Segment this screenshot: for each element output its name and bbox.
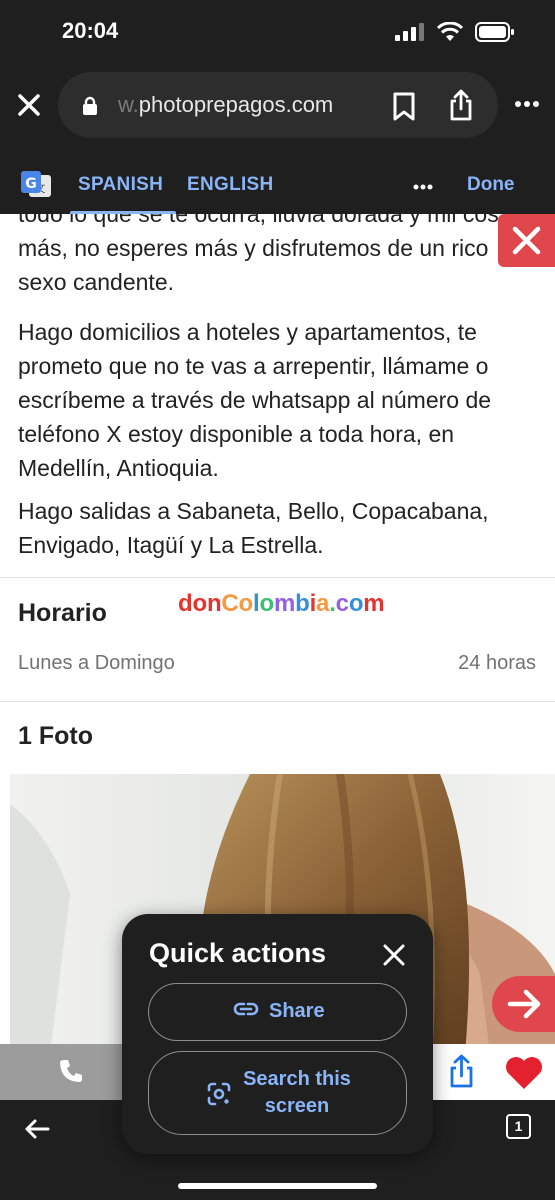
heart-icon [506,1057,542,1089]
close-tab-icon[interactable] [16,90,42,120]
status-icons [395,22,515,42]
translate-bar: 文 G SPANISH ENGLISH Done [0,156,555,214]
divider [0,701,555,702]
watermark-letter: c [335,590,349,617]
watermark-letter: b [295,590,310,617]
url-domain: photoprepagos.com [138,92,334,117]
arrow-right-icon [507,989,541,1019]
search-this-screen-button[interactable]: Search this screen [148,1051,407,1135]
tabs-button[interactable]: 1 [506,1114,531,1139]
status-time: 20:04 [62,18,119,43]
bookmark-icon[interactable] [392,92,416,122]
watermark: donColombia.com [178,590,385,618]
share-icon[interactable] [448,89,474,121]
description-paragraph: todo lo que se te ocurra, lluvia dorada … [18,214,523,295]
divider [0,577,555,578]
next-photo-button[interactable] [492,976,555,1032]
share-icon [450,1054,473,1088]
link-icon [233,1002,259,1016]
watermark-letter: m [273,590,296,617]
watermark-letter: d [178,590,193,617]
url-text[interactable]: w.photoprepagos.com [118,92,333,118]
done-button[interactable]: Done [467,174,515,196]
description-paragraph: Hago salidas a Sabaneta, Bello, Copacaba… [18,498,489,558]
photos-title: 1 Foto [18,722,93,750]
close-icon[interactable] [383,944,405,966]
lock-icon [83,96,97,115]
tab-english[interactable]: ENGLISH [187,174,274,196]
close-ad-button[interactable] [498,214,555,267]
watermark-letter: o [259,590,274,617]
schedule-days: Lunes a Domingo [18,652,175,674]
browser-toolbar: w.photoprepagos.com [0,66,555,156]
address-bar[interactable]: w.photoprepagos.com [58,72,498,138]
home-indicator[interactable] [178,1183,377,1189]
watermark-letter: C [221,590,239,617]
url-prefix: w. [118,92,139,117]
call-button[interactable] [0,1044,140,1100]
quick-actions-title: Quick actions [149,938,327,968]
watermark-letter: m [363,590,385,617]
tab-spanish[interactable]: SPANISH [78,174,163,196]
wifi-icon [437,22,463,41]
share-profile-button[interactable] [430,1044,493,1100]
schedule-hours: 24 horas [458,652,536,674]
favorite-button[interactable] [493,1044,555,1100]
close-icon [512,226,541,255]
quick-share-label: Share [269,1000,325,1022]
schedule-title: Horario [18,599,107,627]
status-bar: 20:04 [0,0,555,66]
lens-icon [207,1082,231,1106]
watermark-letter: o [238,590,254,617]
quick-actions-popup: Quick actions Share Search this screen [122,914,433,1154]
cellular-signal-icon [395,23,424,41]
battery-icon [475,22,514,42]
watermark-letter: o [192,590,207,617]
back-arrow-icon[interactable] [24,1118,50,1140]
translate-options-icon[interactable] [413,184,433,190]
quick-share-button[interactable]: Share [148,983,407,1041]
description-paragraph: Hago domicilios a hoteles y apartamentos… [18,319,492,481]
svg-text:G: G [25,176,37,192]
watermark-letter: o [348,590,364,617]
phone-icon [60,1060,82,1082]
watermark-letter: a [316,590,330,617]
google-translate-icon: 文 G [21,171,51,197]
watermark-letter: n [206,590,222,617]
more-options-icon[interactable] [514,100,540,108]
search-this-screen-label: Search this screen [243,1068,351,1117]
